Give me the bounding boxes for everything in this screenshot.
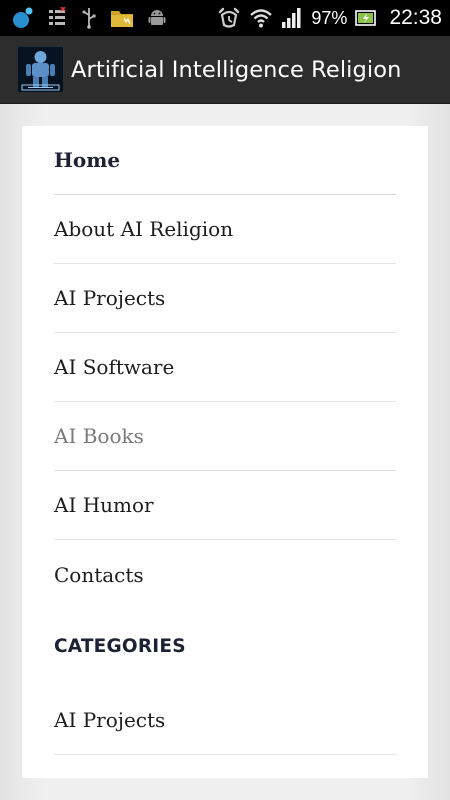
menu-item-ai-books[interactable]: AI Books [54,402,396,471]
categories-list: AI Projects [54,686,396,755]
menu-card: Home About AI Religion AI Projects AI So… [22,126,428,778]
menu-item-about-ai-religion[interactable]: About AI Religion [54,195,396,264]
category-item-ai-projects[interactable]: AI Projects [54,686,396,755]
menu-item-home[interactable]: Home [54,126,396,195]
usb-icon [82,7,96,29]
android-debug-icon [148,8,166,28]
clock: 22:38 [389,6,442,29]
status-bar: 97% 22:38 [0,0,450,36]
robot-logo-icon[interactable] [18,47,63,92]
menu-item-ai-projects[interactable]: AI Projects [54,264,396,333]
wifi-icon [249,7,273,29]
categories-heading: CATEGORIES [54,636,186,657]
bubble-notification-icon [10,6,34,30]
app-title: Artificial Intelligence Religion [71,56,402,83]
battery-percent: 97% [311,7,348,28]
main-menu: Home About AI Religion AI Projects AI So… [54,126,396,609]
action-bar: Artificial Intelligence Religion [0,36,450,104]
menu-item-ai-humor[interactable]: AI Humor [54,471,396,540]
folder-icon [110,7,134,29]
notification-icons [0,0,166,36]
menu-item-contacts[interactable]: Contacts [54,540,396,609]
system-icons: 97% 22:38 [217,0,450,36]
menu-item-ai-software[interactable]: AI Software [54,333,396,402]
alarm-icon [217,7,241,29]
signal-icon [281,7,303,29]
tasks-icon [48,7,68,29]
battery-charging-icon [355,9,377,27]
